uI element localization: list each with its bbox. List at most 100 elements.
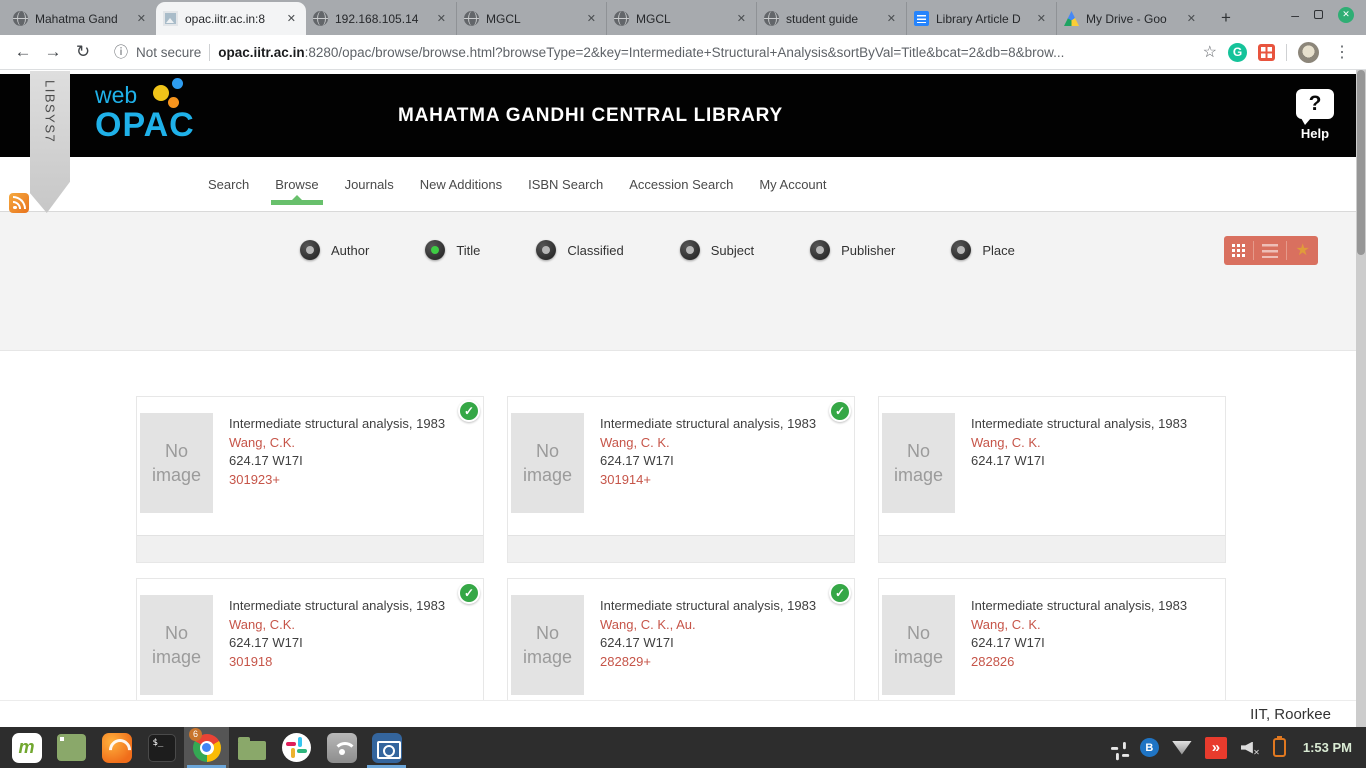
browser-tab[interactable]: Library Article D ✕: [906, 2, 1056, 35]
minimize-button[interactable]: –: [1291, 7, 1299, 23]
browser-tab[interactable]: 192.168.105.14 ✕: [306, 2, 456, 35]
radio-icon[interactable]: [810, 240, 830, 260]
nav-accession-search[interactable]: Accession Search: [616, 157, 746, 211]
nav-new-additions[interactable]: New Additions: [407, 157, 515, 211]
reload-button[interactable]: ↻: [70, 39, 96, 65]
close-tab-icon[interactable]: ✕: [284, 10, 299, 27]
book-author[interactable]: Wang, C. K.: [971, 616, 1197, 635]
book-author[interactable]: Wang, C.K.: [229, 616, 455, 635]
browser-tab[interactable]: student guide ✕: [756, 2, 906, 35]
book-author[interactable]: Wang, C. K.: [600, 434, 826, 453]
book-title[interactable]: Intermediate structural analysis, 1983: [600, 415, 826, 434]
close-window-button[interactable]: ✕: [1338, 7, 1354, 23]
book-title[interactable]: Intermediate structural analysis, 1983: [600, 597, 826, 616]
grid-view-button[interactable]: [1232, 244, 1245, 257]
url-text[interactable]: opac.iitr.ac.in:8280/opac/browse/browse.…: [218, 45, 1064, 60]
help-question-icon[interactable]: ?: [1296, 89, 1334, 119]
grid-extension-icon[interactable]: [1258, 44, 1275, 61]
browser-tab[interactable]: MGCL ✕: [606, 2, 756, 35]
close-tab-icon[interactable]: ✕: [1184, 10, 1199, 27]
radio-publisher[interactable]: Publisher: [810, 240, 895, 260]
chrome-window-button[interactable]: 6: [184, 727, 229, 768]
globe-favicon-icon: [313, 11, 328, 26]
nav-journals[interactable]: Journals: [332, 157, 407, 211]
maximize-button[interactable]: [1314, 10, 1323, 19]
slack-tray-icon[interactable]: [1107, 738, 1127, 758]
forward-button[interactable]: →: [40, 39, 66, 65]
close-tab-icon[interactable]: ✕: [734, 10, 749, 27]
list-view-button[interactable]: [1262, 244, 1278, 258]
new-tab-button[interactable]: +: [1212, 4, 1240, 32]
bookmark-star-icon[interactable]: ☆: [1203, 42, 1217, 62]
radio-icon[interactable]: [951, 240, 971, 260]
close-tab-icon[interactable]: ✕: [884, 10, 899, 27]
slack-launcher[interactable]: [274, 727, 319, 768]
show-desktop-button[interactable]: [49, 727, 94, 768]
result-card[interactable]: ✓ No image Intermediate structural analy…: [878, 396, 1226, 563]
close-tab-icon[interactable]: ✕: [584, 10, 599, 27]
terminal-launcher[interactable]: $_: [139, 727, 184, 768]
file-manager-launcher[interactable]: [229, 727, 274, 768]
browser-tab[interactable]: opac.iitr.ac.in:8 ✕: [156, 2, 306, 35]
radio-icon[interactable]: [680, 240, 700, 260]
bluetooth-icon[interactable]: B: [1140, 738, 1159, 757]
radio-title[interactable]: Title: [425, 240, 480, 260]
browser-tab[interactable]: MGCL ✕: [456, 2, 606, 35]
accession-number[interactable]: 301918: [229, 653, 455, 672]
browser-tab[interactable]: My Drive - Goo ✕: [1056, 2, 1206, 35]
address-bar[interactable]: ⓘ Not secure opac.iitr.ac.in:8280/opac/b…: [100, 42, 1199, 62]
radio-icon[interactable]: [425, 240, 445, 260]
nav-browse[interactable]: Browse: [262, 157, 331, 211]
nav-search[interactable]: Search: [195, 157, 262, 211]
security-label[interactable]: Not secure: [136, 45, 201, 60]
favourites-view-button[interactable]: ★: [1296, 243, 1310, 259]
back-button[interactable]: ←: [10, 39, 36, 65]
network-settings-launcher[interactable]: [319, 727, 364, 768]
scrollbar-thumb[interactable]: [1357, 70, 1365, 255]
wifi-status-icon[interactable]: [1172, 741, 1192, 755]
clock[interactable]: 1:53 PM: [1299, 740, 1356, 755]
site-info-icon[interactable]: ⓘ: [114, 42, 128, 62]
book-author[interactable]: Wang, C. K., Au.: [600, 616, 826, 635]
book-title[interactable]: Intermediate structural analysis, 1983: [229, 597, 455, 616]
book-author[interactable]: Wang, C.K.: [229, 434, 455, 453]
grammarly-extension-icon[interactable]: G: [1228, 43, 1247, 62]
web-opac-logo[interactable]: web OPAC: [95, 83, 205, 143]
browser-menu-icon[interactable]: ⋮: [1330, 42, 1354, 62]
accession-number[interactable]: 282826: [971, 653, 1197, 672]
nav-isbn-search[interactable]: ISBN Search: [515, 157, 616, 211]
book-author[interactable]: Wang, C. K.: [971, 434, 1197, 453]
book-title[interactable]: Intermediate structural analysis, 1983: [971, 415, 1197, 434]
close-tab-icon[interactable]: ✕: [134, 10, 149, 27]
page-scrollbar[interactable]: [1356, 70, 1366, 727]
volume-muted-icon[interactable]: [1240, 739, 1260, 757]
close-tab-icon[interactable]: ✕: [1034, 10, 1049, 27]
call-number: 624.17 W17I: [971, 634, 1197, 653]
radio-icon[interactable]: [536, 240, 556, 260]
help-button[interactable]: ? Help: [1290, 89, 1340, 141]
accession-number[interactable]: 301914+: [600, 471, 826, 490]
radio-icon[interactable]: [300, 240, 320, 260]
rss-feed-icon[interactable]: [9, 193, 29, 213]
result-card[interactable]: ✓ No image Intermediate structural analy…: [507, 396, 855, 563]
accession-number[interactable]: 282829+: [600, 653, 826, 672]
battery-icon[interactable]: [1273, 738, 1286, 757]
accession-number[interactable]: 301923+: [229, 471, 455, 490]
sync-app-tray-icon[interactable]: »: [1205, 737, 1227, 759]
book-title[interactable]: Intermediate structural analysis, 1983: [971, 597, 1197, 616]
profile-avatar[interactable]: [1298, 42, 1319, 63]
radio-classified[interactable]: Classified: [536, 240, 623, 260]
mint-menu-button[interactable]: m: [4, 727, 49, 768]
screenshot-tool-button[interactable]: [364, 727, 409, 768]
book-title[interactable]: Intermediate structural analysis, 1983: [229, 415, 455, 434]
radio-author[interactable]: Author: [300, 240, 369, 260]
browser-tab[interactable]: Mahatma Gand ✕: [6, 2, 156, 35]
radio-subject[interactable]: Subject: [680, 240, 754, 260]
radio-place[interactable]: Place: [951, 240, 1015, 260]
result-card[interactable]: ✓ No image Intermediate structural analy…: [136, 396, 484, 563]
libsys-ribbon-text: LIBSYS7: [43, 80, 58, 213]
close-tab-icon[interactable]: ✕: [434, 10, 449, 27]
nav-my-account[interactable]: My Account: [746, 157, 839, 211]
firefox-launcher[interactable]: [94, 727, 139, 768]
screen: Mahatma Gand ✕ opac.iitr.ac.in:8 ✕ 192.1…: [0, 0, 1366, 768]
